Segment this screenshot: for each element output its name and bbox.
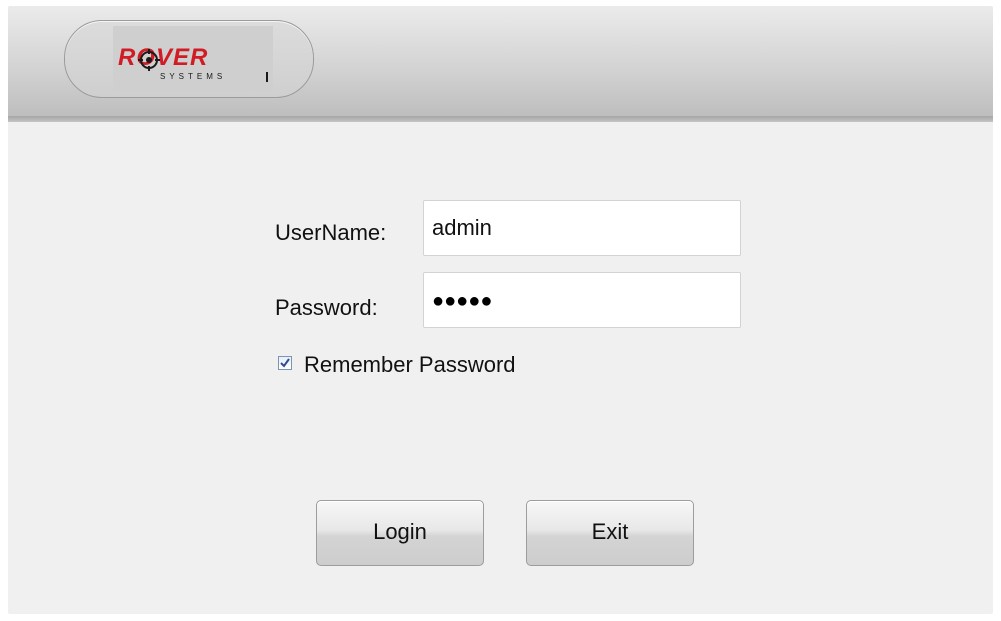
logo-text: ROVER bbox=[118, 44, 209, 71]
username-label: UserName: bbox=[275, 220, 387, 245]
password-input[interactable]: ●●●●● bbox=[423, 272, 741, 328]
password-label: Password: bbox=[275, 295, 378, 320]
logo-subtext: SYSTEMS bbox=[160, 72, 227, 81]
remember-password-checkbox[interactable] bbox=[278, 356, 292, 370]
logo-accent-bar bbox=[266, 72, 268, 82]
username-input[interactable]: admin bbox=[423, 200, 741, 256]
username-value: admin bbox=[432, 215, 492, 240]
exit-button[interactable]: Exit bbox=[526, 500, 694, 566]
login-button[interactable]: Login bbox=[316, 500, 484, 566]
header-divider bbox=[8, 116, 993, 122]
checkbox-checked-icon bbox=[280, 358, 290, 368]
login-window: ROVER SYSTEMS UserName: admin Password: … bbox=[8, 6, 993, 614]
password-masked-value: ●●●●● bbox=[432, 290, 493, 312]
target-crosshair-icon bbox=[138, 49, 160, 71]
remember-password-label[interactable]: Remember Password bbox=[304, 352, 516, 378]
